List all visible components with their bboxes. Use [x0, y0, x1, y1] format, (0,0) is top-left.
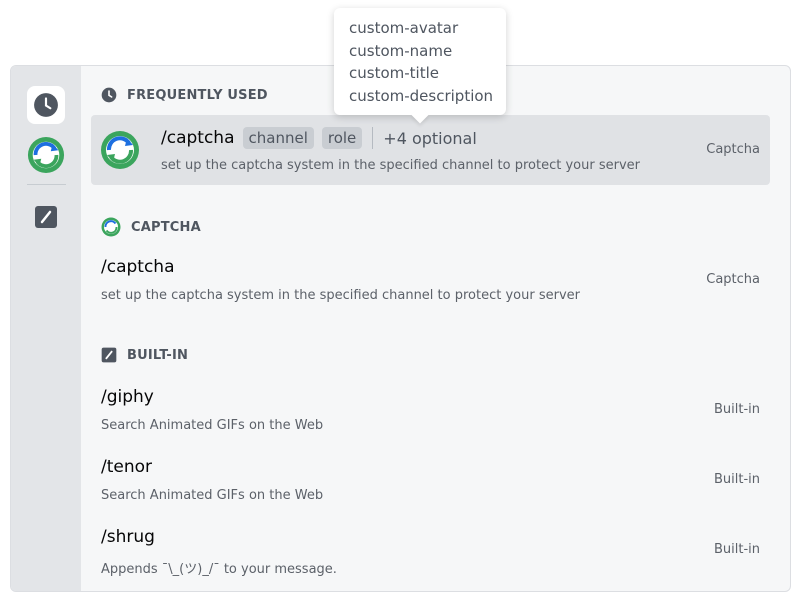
- command-name: /tenor: [101, 457, 153, 477]
- command-name: /captcha: [161, 128, 235, 148]
- command-name: /giphy: [101, 387, 154, 407]
- command-name: /captcha: [101, 257, 175, 277]
- captcha-bot-avatar: [101, 217, 121, 237]
- command-source: Built-in: [713, 402, 760, 417]
- rail-captcha-button[interactable]: [27, 136, 65, 174]
- command-source: Captcha: [706, 272, 760, 287]
- slash-command-icon: [35, 206, 57, 228]
- section-header-captcha: CAPTCHA: [101, 217, 201, 237]
- command-source: Built-in: [713, 542, 760, 557]
- command-description: set up the captcha system in the specifi…: [161, 158, 640, 173]
- command-description: set up the captcha system in the specifi…: [101, 288, 580, 303]
- section-title: CAPTCHA: [131, 219, 201, 235]
- category-rail: [11, 66, 81, 591]
- command-row-captcha[interactable]: /captcha set up the captcha system in th…: [91, 245, 770, 315]
- option-chip-role: role: [321, 127, 363, 149]
- section-header-frequent: FREQUENTLY USED: [101, 87, 268, 103]
- command-row-frequent-captcha[interactable]: /captcha channel role +4 optional set up…: [91, 115, 770, 185]
- rail-frequent-button[interactable]: [27, 86, 65, 124]
- option-chip-channel: channel: [242, 127, 314, 149]
- command-name: /shrug: [101, 527, 155, 547]
- command-source: Built-in: [713, 472, 760, 487]
- section-title: FREQUENTLY USED: [127, 87, 268, 103]
- section-title: BUILT-IN: [127, 347, 189, 363]
- command-row-tenor[interactable]: /tenor Search Animated GIFs on the Web B…: [91, 445, 770, 515]
- command-autocomplete-panel: FREQUENTLY USED /captcha channel role +4…: [10, 65, 791, 592]
- clock-icon: [101, 87, 117, 103]
- command-name-line: /captcha channel role +4 optional: [161, 127, 477, 149]
- rail-builtin-button[interactable]: [27, 198, 65, 236]
- command-source: Captcha: [706, 142, 760, 157]
- slash-command-icon: [101, 347, 117, 363]
- command-row-shrug[interactable]: /shrug Appends ¯\_(ツ)_/¯ to your message…: [91, 515, 770, 585]
- section-header-builtin: BUILT-IN: [101, 347, 188, 363]
- tooltip-option: custom-name: [349, 41, 453, 60]
- captcha-bot-avatar: [27, 136, 65, 174]
- tooltip-option: custom-avatar: [349, 19, 459, 37]
- tooltip-option: custom-title: [349, 64, 439, 82]
- optional-params-tooltip: custom-avatar custom-name custom-title c…: [334, 8, 506, 115]
- optional-count[interactable]: +4 optional: [383, 129, 477, 148]
- rail-divider: [27, 184, 66, 185]
- clock-icon: [34, 93, 58, 117]
- command-description: Search Animated GIFs on the Web: [101, 488, 324, 503]
- tooltip-option: custom-description: [349, 86, 494, 105]
- command-list: FREQUENTLY USED /captcha channel role +4…: [81, 66, 790, 591]
- command-row-giphy[interactable]: /giphy Search Animated GIFs on the Web B…: [91, 375, 770, 445]
- command-description: Search Animated GIFs on the Web: [101, 418, 324, 433]
- command-description: Appends ¯\_(ツ)_/¯ to your message.: [101, 562, 337, 577]
- captcha-bot-avatar: [101, 131, 139, 169]
- options-divider: [372, 127, 374, 149]
